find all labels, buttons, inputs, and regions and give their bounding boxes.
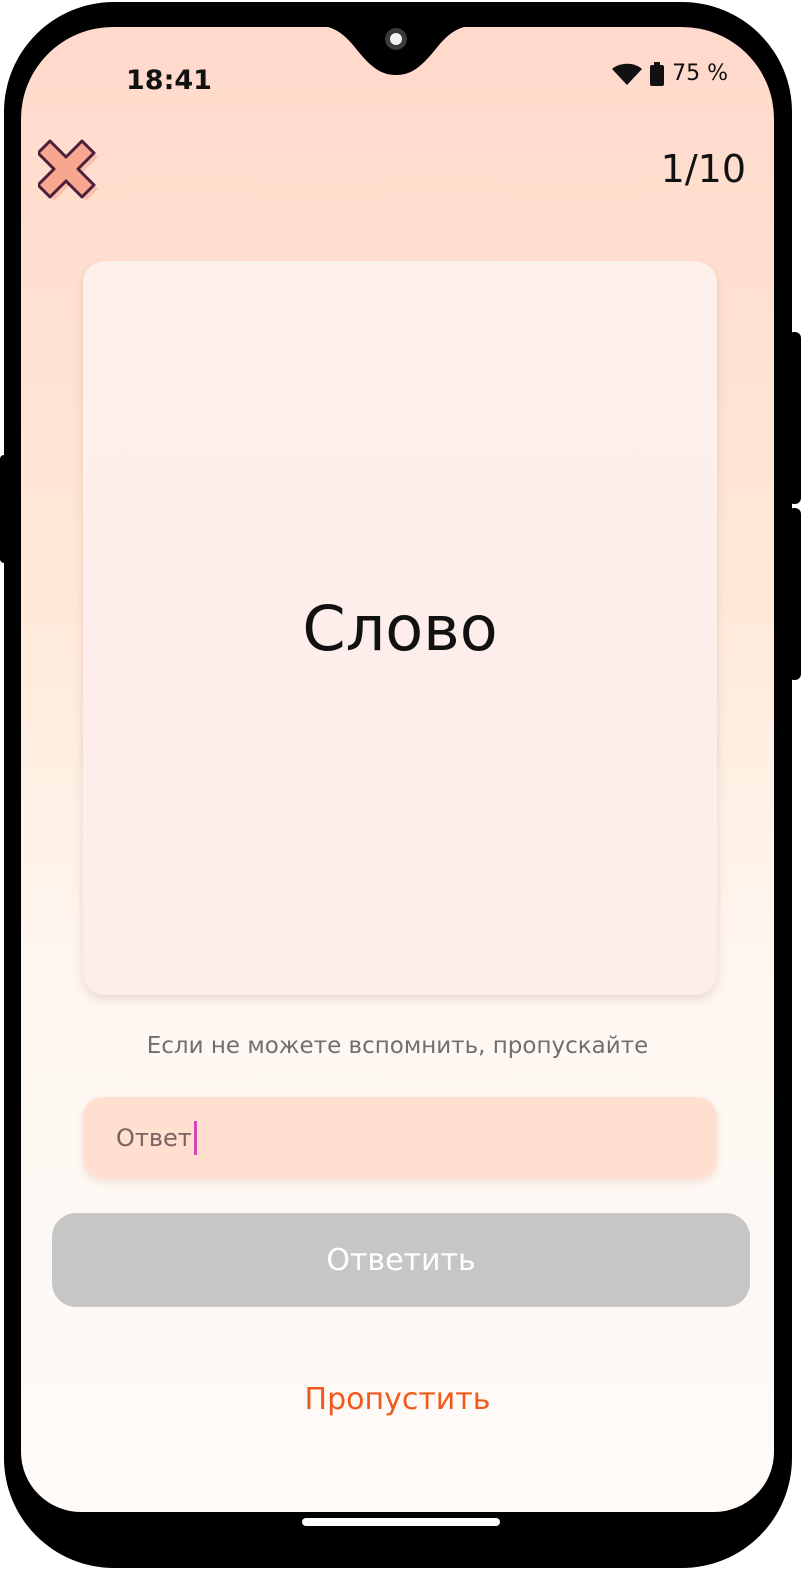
status-icons: 75 %: [612, 61, 728, 86]
wifi-icon: [612, 63, 643, 85]
side-button-right-top: [788, 332, 801, 504]
skip-button[interactable]: Пропустить: [21, 1382, 774, 1417]
close-icon: [36, 139, 98, 201]
camera-notch: [327, 27, 465, 75]
battery-icon: [650, 61, 665, 86]
app-screen: 18:41 75 % 1/10 Слово Если не можете всп…: [21, 27, 774, 1512]
battery-percentage: 75 %: [672, 61, 728, 86]
side-button-right-bottom: [788, 508, 801, 680]
status-time: 18:41: [126, 65, 212, 96]
home-indicator[interactable]: [302, 1518, 500, 1526]
answer-placeholder: Ответ: [116, 1124, 192, 1152]
word-card: Слово: [83, 261, 717, 995]
hint-text: Если не можете вспомнить, пропускайте: [146, 1033, 649, 1059]
side-button-left: [0, 455, 8, 563]
answer-input[interactable]: Ответ: [83, 1097, 717, 1179]
submit-button[interactable]: Ответить: [52, 1213, 750, 1307]
text-caret: [193, 1121, 197, 1155]
close-button[interactable]: [36, 137, 102, 201]
card-word: Слово: [302, 591, 498, 665]
progress-counter: 1/10: [660, 147, 746, 191]
